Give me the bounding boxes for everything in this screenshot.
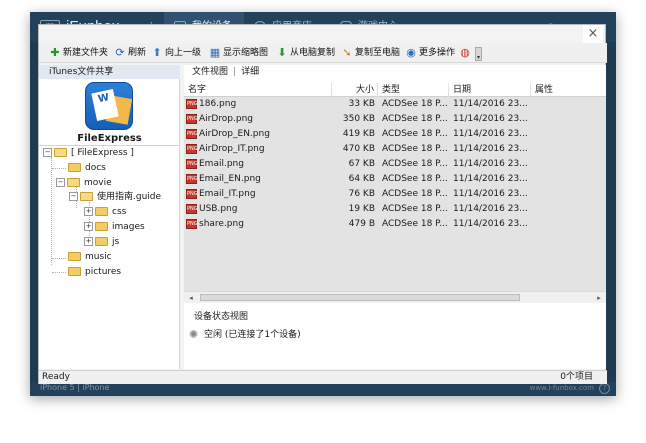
close-button[interactable]: × [583, 25, 603, 43]
png-file-icon: PNG [186, 188, 198, 199]
refresh-icon: ⟳ [115, 46, 125, 59]
tree-node-music[interactable]: music [68, 250, 112, 264]
device-status-view-title: 设备状态视图 [194, 312, 249, 322]
view-separator: | [233, 67, 237, 77]
table-row[interactable]: PNGAirDrop.png 350 KB ACDSee 18 P... 11/… [184, 112, 606, 127]
plus-icon: ✚ [50, 46, 60, 59]
scroll-left-icon[interactable]: ◂ [186, 293, 196, 303]
folder-open-icon [54, 148, 67, 157]
device-status-line: ✺ 空闲 (已连接了1个设备) [189, 327, 301, 340]
png-file-icon: PNG [186, 173, 198, 184]
column-size[interactable]: 大小 [332, 83, 378, 97]
tree-node-css[interactable]: + css [84, 205, 126, 219]
up-icon: ⬆ [152, 46, 162, 59]
column-attributes[interactable]: 属性 [531, 83, 606, 97]
file-sharing-dialog: × ✚ 新建文件夹 ⟳ 刷新 ⬆ 向上一级 ▦ 显示缩略图 ⬇ 从电脑复制 ➘ … [38, 24, 607, 384]
status-bar: Ready 0个项目 [39, 370, 607, 384]
status-ready: Ready [42, 372, 70, 382]
weibo-icon: ◍ [460, 46, 470, 59]
folder-icon [95, 237, 108, 246]
more-actions-icon: ◉ [406, 46, 416, 59]
refresh-button[interactable]: ⟳ 刷新 [114, 45, 146, 61]
file-list: PNG186.png 33 KB ACDSee 18 P... 11/14/20… [184, 97, 606, 293]
tree-node-js[interactable]: + js [84, 235, 119, 249]
folder-icon [68, 163, 81, 172]
folder-icon [95, 222, 108, 231]
column-date[interactable]: 日期 [449, 83, 531, 97]
help-icon[interactable]: ? [599, 383, 610, 394]
tree-node-pictures[interactable]: pictures [68, 265, 121, 279]
weibo-share-button[interactable]: ◍ [459, 45, 471, 61]
tree-node-docs[interactable]: docs [68, 161, 106, 175]
folder-open-icon [67, 178, 80, 187]
more-actions-button[interactable]: ◉ 更多操作 [405, 45, 455, 61]
horizontal-scrollbar[interactable]: ◂ ▸ [184, 291, 606, 303]
right-panel: 文件视图 | 详细 名字 大小 类型 日期 属性 PNG186.png 33 KB … [184, 65, 606, 369]
copy-from-pc-button[interactable]: ⬇ 从电脑复制 [276, 45, 335, 61]
device-status-strip: iPhone 5 | iPhone www.i-funbox.com ? [30, 382, 616, 396]
new-folder-button[interactable]: ✚ 新建文件夹 [49, 45, 108, 61]
itunes-file-sharing-header: iTunes文件共享 [39, 65, 180, 79]
table-row[interactable]: PNGEmail_EN.png 64 KB ACDSee 18 P... 11/… [184, 172, 606, 187]
up-level-button[interactable]: ⬆ 向上一级 [151, 45, 201, 61]
fileexpress-app-icon[interactable]: W [85, 82, 133, 130]
tree-node-fileexpress[interactable]: −[ FileExpress ] [43, 146, 134, 160]
tree-node-movie[interactable]: − movie [56, 176, 112, 190]
column-type[interactable]: 类型 [378, 83, 449, 97]
table-row[interactable]: PNG186.png 33 KB ACDSee 18 P... 11/14/20… [184, 97, 606, 112]
copy-to-pc-button[interactable]: ➘ 复制至电脑 [341, 45, 400, 61]
column-name[interactable]: 名字 [184, 83, 332, 97]
thumbnail-icon: ▦ [209, 46, 221, 59]
expand-icon[interactable]: + [84, 222, 93, 231]
folder-icon [68, 267, 81, 276]
file-view-tab[interactable]: 文件视图 [192, 67, 228, 77]
png-file-icon: PNG [186, 158, 198, 169]
table-row[interactable]: PNGEmail_IT.png 76 KB ACDSee 18 P... 11/… [184, 187, 606, 202]
show-thumbnails-button[interactable]: ▦ 显示缩略图 [209, 45, 268, 61]
scroll-thumb[interactable] [200, 294, 520, 301]
expand-icon[interactable]: + [84, 237, 93, 246]
folder-icon [68, 252, 81, 261]
website-label: www.i-funbox.com [529, 384, 594, 392]
loading-spinner-icon: ✺ [189, 328, 199, 341]
collapse-icon[interactable]: − [69, 192, 78, 201]
table-row[interactable]: PNGUSB.png 19 KB ACDSee 18 P... 11/14/20… [184, 202, 606, 217]
detail-view-tab[interactable]: 详细 [241, 67, 259, 77]
table-row[interactable]: PNGAirDrop_IT.png 470 KB ACDSee 18 P... … [184, 142, 606, 157]
toolbar-overflow-icon[interactable]: ▾ [475, 47, 482, 61]
folder-icon [95, 207, 108, 216]
expand-icon[interactable]: + [84, 207, 93, 216]
device-name: iPhone 5 | iPhone [40, 383, 110, 392]
folder-open-icon [80, 192, 93, 201]
copy-to-pc-icon: ➘ [342, 46, 352, 59]
toolbar: ✚ 新建文件夹 ⟳ 刷新 ⬆ 向上一级 ▦ 显示缩略图 ⬇ 从电脑复制 ➘ 复制… [39, 43, 607, 63]
png-file-icon: PNG [186, 203, 198, 214]
png-file-icon: PNG [186, 218, 198, 229]
tree-node-guide[interactable]: − 使用指南.guide [69, 190, 161, 204]
table-row[interactable]: PNGshare.png 479 B ACDSee 18 P... 11/14/… [184, 217, 606, 232]
file-table-header: 名字 大小 类型 日期 属性 [184, 83, 606, 97]
collapse-icon[interactable]: − [56, 178, 65, 187]
scroll-right-icon[interactable]: ▸ [594, 293, 604, 303]
collapse-icon[interactable]: − [43, 148, 52, 157]
device-status-text: 空闲 (已连接了1个设备) [204, 330, 301, 340]
png-file-icon: PNG [186, 98, 198, 109]
table-row[interactable]: PNGEmail.png 67 KB ACDSee 18 P... 11/14/… [184, 157, 606, 172]
png-file-icon: PNG [186, 128, 198, 139]
item-count: 0个项目 [560, 372, 593, 382]
png-file-icon: PNG [186, 143, 198, 154]
app-name-label: FileExpress [77, 133, 142, 144]
view-mode-bar: 文件视图 | 详细 [184, 65, 606, 79]
tree-node-images[interactable]: + images [84, 220, 145, 234]
png-file-icon: PNG [186, 113, 198, 124]
left-panel: iTunes文件共享 W FileExpress −[ FileExpress … [39, 65, 180, 369]
table-row[interactable]: PNGAirDrop_EN.png 419 KB ACDSee 18 P... … [184, 127, 606, 142]
copy-from-pc-icon: ⬇ [277, 46, 287, 59]
folder-tree: −[ FileExpress ] docs − movie − 使用指南.guide… [39, 145, 180, 369]
